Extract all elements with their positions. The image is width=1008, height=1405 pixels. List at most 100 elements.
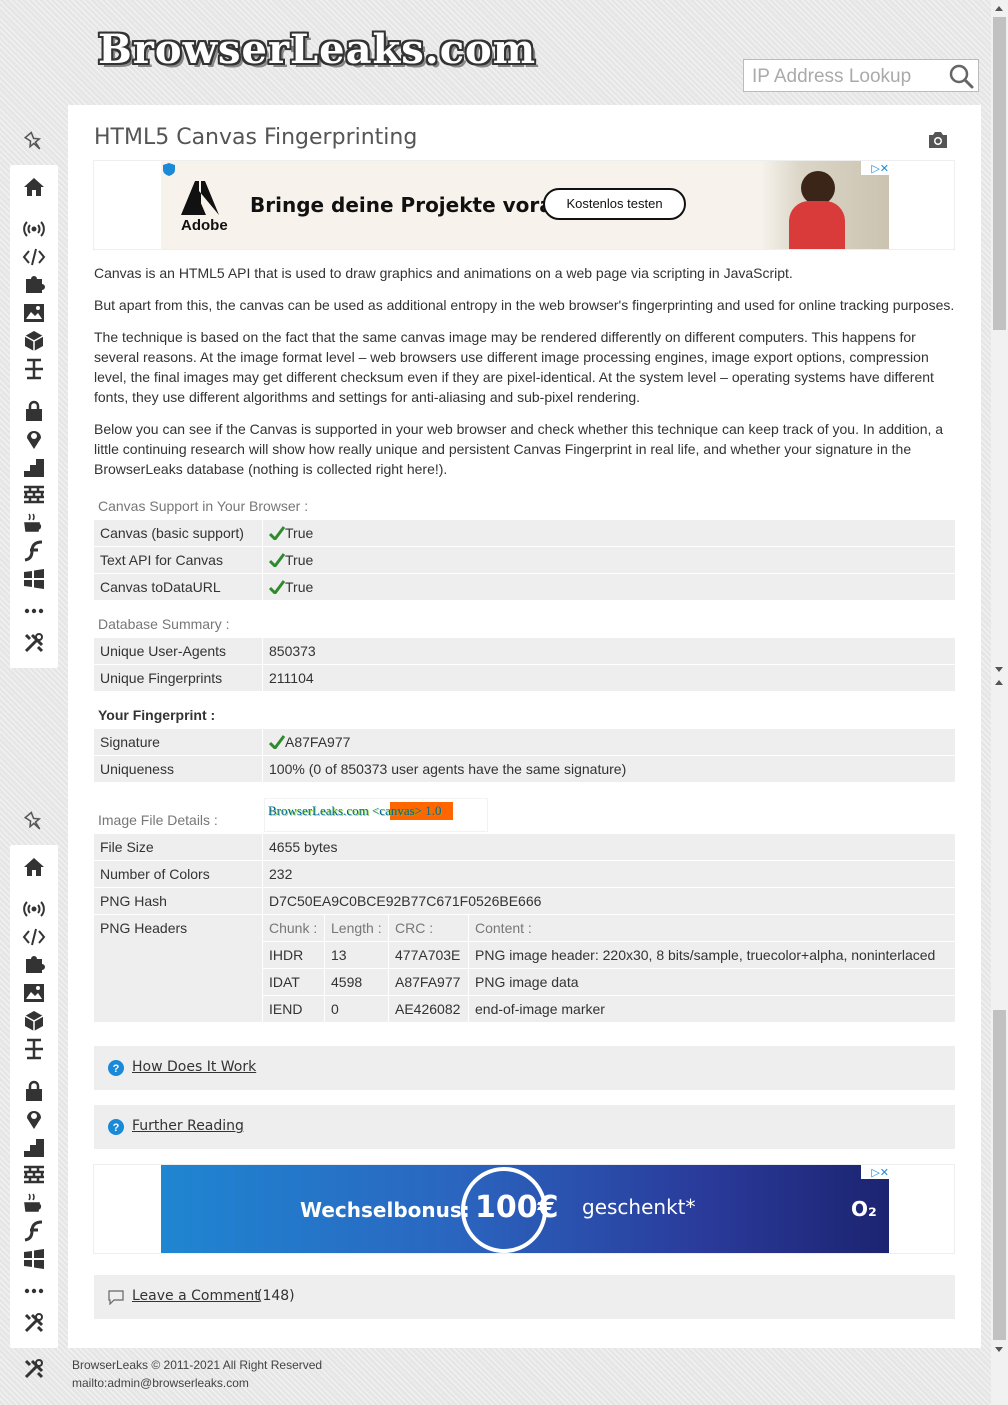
row-key: Canvas toDataURL: [100, 579, 221, 595]
check-icon: [269, 553, 285, 567]
png-chunk: IEND: [262, 996, 324, 1022]
row-key: Unique Fingerprints: [100, 670, 223, 686]
intro-paragraph-3: The technique is based on the fact that …: [94, 329, 934, 405]
adobe-logo-icon: [181, 181, 219, 215]
coffee-icon[interactable]: [20, 511, 48, 535]
row-key: Uniqueness: [100, 761, 174, 777]
adobe-ad[interactable]: Adobe Bringe deine Projekte voran. Koste…: [161, 161, 889, 249]
text-cursor-icon[interactable]: [20, 357, 48, 381]
help-icon: ?: [108, 1060, 124, 1076]
sidebar-panel: [10, 845, 58, 1348]
camera-icon[interactable]: [927, 130, 949, 150]
scrollbar[interactable]: [991, 0, 1008, 1405]
broadcast-icon[interactable]: [20, 217, 48, 241]
row-value: 850373: [262, 638, 955, 664]
flash-icon[interactable]: [20, 539, 48, 563]
image-icon[interactable]: [20, 301, 48, 325]
image-icon[interactable]: [20, 981, 48, 1005]
puzzle-icon[interactable]: [20, 953, 48, 977]
table-row: Number of Colors 232: [94, 861, 955, 887]
ad-brand: O₂: [851, 1197, 877, 1221]
location-icon[interactable]: [20, 427, 48, 451]
wall-icon[interactable]: [20, 1163, 48, 1187]
png-col-header: Length :: [324, 915, 388, 941]
png-content: end-of-image marker: [468, 996, 955, 1022]
help-icon: ?: [108, 1119, 124, 1135]
fingerprint-section-label: Your Fingerprint :: [98, 707, 216, 723]
comment-section[interactable]: Leave a Comment (148): [94, 1275, 955, 1319]
wall-icon[interactable]: [20, 483, 48, 507]
home-icon[interactable]: [20, 855, 48, 879]
tools-icon[interactable]: [20, 1311, 48, 1335]
page-title: HTML5 Canvas Fingerprinting: [94, 125, 418, 150]
stairs-icon[interactable]: [20, 455, 48, 479]
stairs-icon[interactable]: [20, 1135, 48, 1159]
further-reading-link[interactable]: Further Reading: [132, 1118, 244, 1134]
lock-icon[interactable]: [20, 399, 48, 423]
table-row: Text API for Canvas True: [94, 547, 955, 573]
leave-comment-link[interactable]: Leave a Comment: [132, 1288, 260, 1304]
flash-icon[interactable]: [20, 1219, 48, 1243]
table-row: Canvas (basic support) True: [94, 520, 955, 546]
png-col-header: Chunk :: [262, 915, 324, 941]
text-cursor-icon[interactable]: [20, 1037, 48, 1061]
check-icon: [269, 526, 285, 540]
more-icon[interactable]: [20, 1279, 48, 1303]
png-content: PNG image data: [468, 969, 955, 995]
how-does-it-work-link[interactable]: How Does It Work: [132, 1059, 256, 1075]
ad-choices-icon[interactable]: ▷✕: [861, 1165, 889, 1179]
svg-text:?: ?: [113, 1122, 120, 1134]
o2-ad[interactable]: Wechselbonus: 100€ geschenkt* O₂ ▷✕: [161, 1165, 889, 1253]
check-icon: [269, 580, 285, 594]
location-icon[interactable]: [20, 1107, 48, 1131]
code-icon[interactable]: [20, 925, 48, 949]
windows-icon[interactable]: [20, 1247, 48, 1271]
scroll-down-arrow[interactable]: [995, 1347, 1003, 1352]
sidebar-panel: [10, 165, 58, 668]
home-icon[interactable]: [20, 175, 48, 199]
footer-email[interactable]: mailto:admin@browserleaks.com: [72, 1374, 322, 1392]
table-row: File Size 4655 bytes: [94, 834, 955, 860]
logo-text: BrowserLeaks.com: [98, 26, 537, 73]
png-chunk: IDAT: [262, 969, 324, 995]
ad-brand: Adobe: [181, 217, 228, 234]
main-content: HTML5 Canvas Fingerprinting Adobe Bringe…: [68, 105, 981, 1348]
broadcast-icon[interactable]: [20, 897, 48, 921]
table-row: Unique Fingerprints 211104: [94, 665, 955, 691]
pin-icon[interactable]: [10, 805, 58, 839]
scroll-up-arrow[interactable]: [995, 680, 1003, 685]
png-crc: A87FA977: [388, 969, 468, 995]
ad-amount: 100€: [475, 1190, 559, 1225]
site-logo[interactable]: BrowserLeaks.com: [94, 18, 535, 88]
cube-icon[interactable]: [20, 1009, 48, 1033]
code-icon[interactable]: [20, 245, 48, 269]
row-key: Unique User-Agents: [100, 643, 227, 659]
pin-icon[interactable]: [10, 125, 58, 159]
tools-icon[interactable]: [20, 631, 48, 655]
row-key: PNG Hash: [100, 893, 167, 909]
check-icon: [269, 735, 285, 749]
scroll-up-arrow[interactable]: [995, 6, 1003, 11]
ad-choices-icon[interactable]: ▷✕: [861, 161, 889, 175]
windows-icon[interactable]: [20, 567, 48, 591]
more-icon[interactable]: [20, 599, 48, 623]
ip-lookup-input[interactable]: [750, 64, 944, 90]
further-reading-section[interactable]: ? Further Reading: [94, 1105, 955, 1149]
scroll-thumb[interactable]: [993, 1010, 1006, 1340]
puzzle-icon[interactable]: [20, 273, 48, 297]
intro-paragraph-2: But apart from this, the canvas can be u…: [94, 297, 955, 313]
tools-icon[interactable]: [20, 1357, 48, 1381]
row-value: True: [285, 579, 314, 595]
lock-icon[interactable]: [20, 1079, 48, 1103]
ad-cta-button[interactable]: Kostenlos testen: [543, 188, 686, 220]
how-does-it-work-section[interactable]: ? How Does It Work: [94, 1046, 955, 1090]
uniqueness-value: 100% (0 of 850373 user agents have the s…: [262, 756, 955, 782]
coffee-icon[interactable]: [20, 1191, 48, 1215]
scroll-down-arrow[interactable]: [995, 667, 1003, 672]
cube-icon[interactable]: [20, 329, 48, 353]
search-icon[interactable]: [948, 63, 974, 89]
row-key: Signature: [100, 734, 160, 750]
png-col-header: CRC :: [388, 915, 468, 941]
row-value: 4655 bytes: [262, 834, 955, 860]
scroll-thumb[interactable]: [993, 17, 1006, 330]
